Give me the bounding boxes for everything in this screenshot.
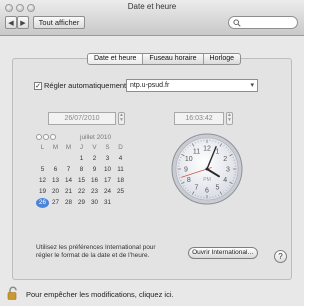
calendar-empty (36, 154, 49, 164)
calendar-empty (114, 198, 127, 208)
calendar-day[interactable]: 10 (101, 165, 114, 175)
calendar-day[interactable]: 11 (114, 165, 127, 175)
calendar-weekday: D (118, 144, 123, 151)
calendar-weekday: S (105, 144, 110, 151)
clock-number: 1 (216, 148, 220, 155)
calendar: juillet 2010 L M M J V S D 1 2 3 4 5 6 7 8 9 10 11 12 13 14 1… (36, 134, 134, 212)
tab-date-heure[interactable]: Date et heure (88, 54, 144, 64)
clock-number: 8 (187, 177, 191, 184)
calendar-day[interactable]: 25 (114, 187, 127, 197)
calendar-day[interactable]: 17 (101, 176, 114, 186)
search-icon (233, 19, 241, 27)
calendar-day[interactable]: 30 (88, 198, 101, 208)
calendar-weekday: M (52, 144, 59, 151)
calendar-weekday: J (79, 144, 84, 151)
calendar-weekday: L (40, 144, 45, 151)
calendar-day[interactable]: 20 (49, 187, 62, 197)
forward-arrow-icon: ▶ (20, 19, 26, 27)
calendar-day[interactable]: 2 (88, 154, 101, 164)
show-all-button[interactable]: Tout afficher (33, 16, 85, 29)
clock-number: 7 (195, 185, 199, 192)
clock-number: 12 (203, 146, 211, 153)
dropdown-arrow-icon: ▾ (250, 82, 254, 89)
calendar-day[interactable]: 1 (75, 154, 88, 164)
calendar-day[interactable]: 18 (114, 176, 127, 186)
calendar-day[interactable]: 6 (49, 165, 62, 175)
calendar-day[interactable]: 28 (62, 198, 75, 208)
calendar-day[interactable]: 21 (62, 187, 75, 197)
back-arrow-icon: ◀ (8, 19, 14, 27)
calendar-day[interactable]: 12 (36, 176, 49, 186)
calendar-day[interactable]: 31 (101, 198, 114, 208)
calendar-day[interactable]: 26 (36, 198, 49, 208)
forward-button[interactable]: ▶ (17, 16, 29, 29)
calendar-day[interactable]: 3 (101, 154, 114, 164)
calendar-day[interactable]: 24 (101, 187, 114, 197)
clock-number: 6 (205, 188, 209, 195)
calendar-prev-icon[interactable] (36, 134, 42, 140)
calendar-weekday: M (65, 144, 72, 151)
clock-number: 10 (185, 156, 193, 163)
calendar-empty (62, 154, 75, 164)
international-info-text: Utilisez les préférences International p… (36, 244, 156, 259)
calendar-day[interactable]: 19 (36, 187, 49, 197)
calendar-day[interactable]: 8 (75, 165, 88, 175)
calendar-day[interactable]: 4 (114, 154, 127, 164)
analog-clock: 12 12 3 45678 9 1011 PM (171, 133, 243, 205)
calendar-day[interactable]: 7 (62, 165, 75, 175)
time-stepper[interactable]: ▲ ▼ (226, 112, 233, 125)
ntp-server-value: ntp.u-psud.fr (130, 82, 170, 89)
ntp-server-select[interactable]: ntp.u-psud.fr ▾ (126, 79, 258, 92)
calendar-day[interactable]: 22 (75, 187, 88, 197)
calendar-day[interactable]: 23 (88, 187, 101, 197)
preferences-window: Date et heure ◀ ▶ Tout afficher Date et … (0, 0, 304, 306)
calendar-next-icon[interactable] (50, 134, 56, 140)
tab-horloge[interactable]: Horloge (204, 54, 241, 64)
back-button[interactable]: ◀ (5, 16, 17, 29)
tab-bar: Date et heure Fuseau horaire Horloge (87, 53, 242, 65)
clock-number: 3 (226, 167, 230, 174)
auto-set-label: Régler automatiquement : (44, 81, 131, 90)
calendar-day[interactable]: 5 (36, 165, 49, 175)
calendar-day[interactable]: 27 (49, 198, 62, 208)
calendar-day[interactable]: 16 (88, 176, 101, 186)
tab-fuseau-horaire[interactable]: Fuseau horaire (143, 54, 204, 64)
clock-number: 2 (223, 156, 227, 163)
date-field[interactable]: 26/07/2010 (48, 112, 116, 125)
help-button[interactable]: ? (274, 250, 287, 263)
calendar-empty (49, 154, 62, 164)
open-international-button[interactable]: Ouvrir International… (188, 247, 258, 259)
lock-icon[interactable] (7, 286, 19, 300)
calendar-day[interactable]: 13 (49, 176, 62, 186)
clock-number: 4 (223, 177, 227, 184)
date-stepper[interactable]: ▲ ▼ (118, 112, 125, 125)
search-input[interactable] (228, 16, 298, 29)
auto-set-checkbox[interactable]: ✓ (34, 82, 42, 90)
window-title: Date et heure (127, 2, 177, 11)
clock-number: 9 (184, 167, 188, 174)
time-field[interactable]: 16:03:42 (174, 112, 224, 125)
title-bar: Date et heure ◀ ▶ Tout afficher (0, 0, 304, 36)
clock-number: 11 (193, 148, 200, 155)
calendar-day[interactable]: 29 (75, 198, 88, 208)
clock-number: 5 (216, 185, 220, 192)
calendar-grid: L M M J V S D 1 2 3 4 5 6 7 8 9 10 11 12 13 14 15 16 17 18 19 20 21… (36, 143, 127, 208)
calendar-today-icon[interactable] (43, 134, 49, 140)
calendar-weekday: V (92, 144, 97, 151)
calendar-day[interactable]: 14 (62, 176, 75, 186)
calendar-day[interactable]: 15 (75, 176, 88, 186)
clock-period: PM (203, 177, 211, 183)
calendar-month: juillet 2010 (80, 134, 112, 141)
lock-message: Pour empêcher les modifications, cliquez… (26, 290, 174, 299)
clock-center-pin (205, 167, 209, 171)
calendar-day[interactable]: 9 (88, 165, 101, 175)
